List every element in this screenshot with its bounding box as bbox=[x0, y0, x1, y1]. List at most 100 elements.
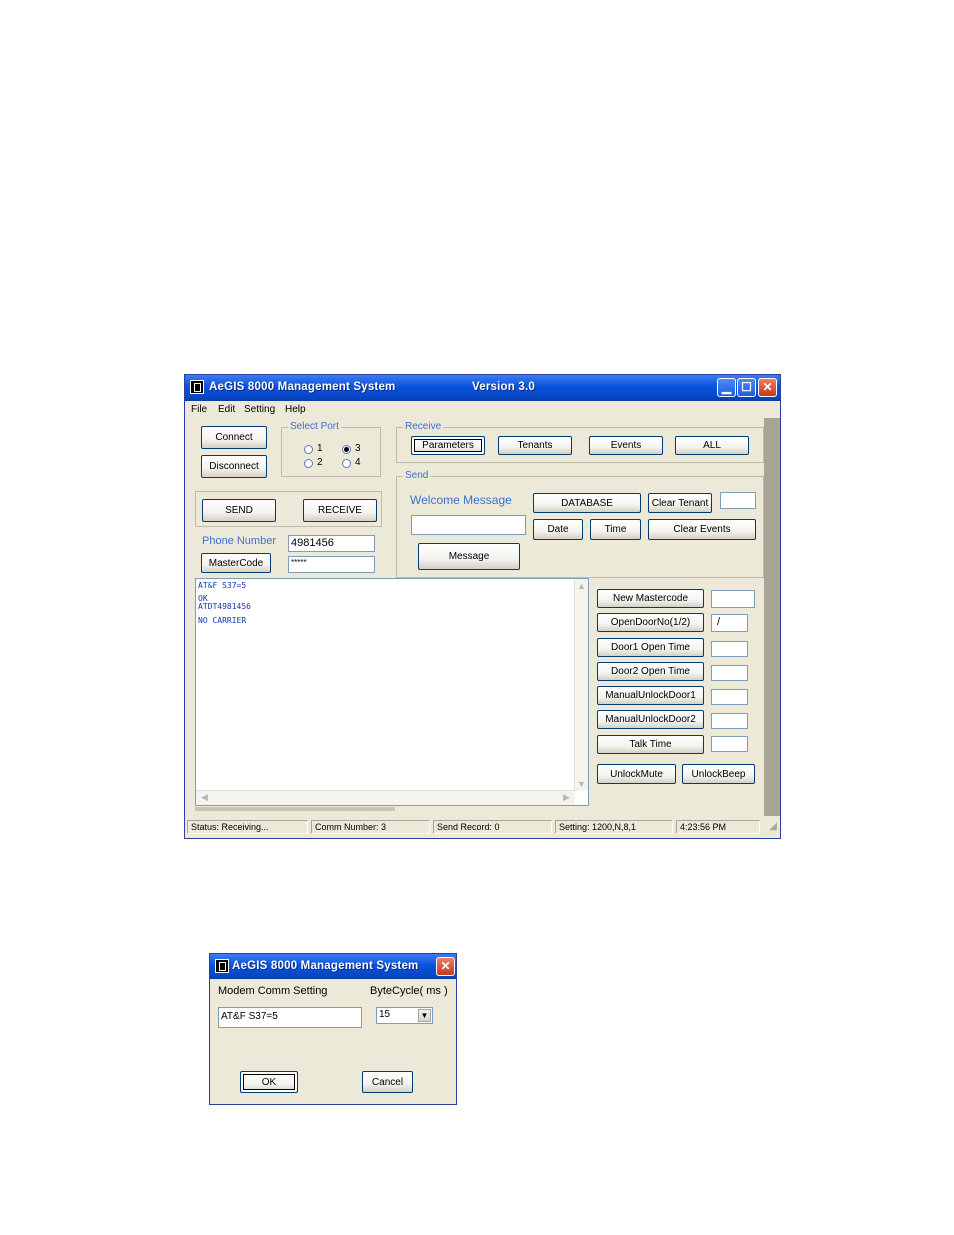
unlock-mute-button[interactable]: UnlockMute bbox=[597, 764, 676, 784]
talk-time-input[interactable] bbox=[711, 736, 748, 752]
bytecycle-label: ByteCycle( ms ) bbox=[370, 985, 448, 997]
send-receive-group: SEND RECEIVE bbox=[195, 491, 382, 527]
minimize-icon: ▁ bbox=[721, 380, 732, 394]
port-2-label: 2 bbox=[317, 457, 323, 468]
select-port-group: Select Port 1 3 2 4 bbox=[281, 421, 381, 477]
disconnect-button[interactable]: Disconnect bbox=[201, 455, 267, 478]
receive-button[interactable]: RECEIVE bbox=[303, 499, 377, 522]
send-group-label: Send bbox=[403, 470, 431, 481]
door2-open-time-button[interactable]: Door2 Open Time bbox=[597, 662, 704, 681]
message-button[interactable]: Message bbox=[418, 543, 520, 570]
dialog-title-bar[interactable]: AeGIS 8000 Management System ✕ bbox=[210, 954, 456, 979]
unlock-beep-button[interactable]: UnlockBeep bbox=[682, 764, 755, 784]
phone-number-input[interactable]: 4981456 bbox=[288, 535, 375, 552]
close-icon: ✕ bbox=[762, 380, 773, 394]
manual-unlock-door1-input[interactable] bbox=[711, 689, 748, 705]
close-button[interactable]: ✕ bbox=[758, 378, 777, 397]
port-3-label: 3 bbox=[355, 443, 361, 454]
clear-tenant-input[interactable] bbox=[720, 492, 756, 509]
open-door-no-button[interactable]: OpenDoorNo(1/2) bbox=[597, 613, 704, 632]
door1-open-time-button[interactable]: Door1 Open Time bbox=[597, 638, 704, 657]
app-icon bbox=[215, 959, 229, 973]
maximize-button[interactable]: ☐ bbox=[737, 378, 756, 397]
tenants-button[interactable]: Tenants bbox=[498, 436, 572, 455]
mastercode-input[interactable]: ***** bbox=[288, 556, 375, 573]
clock-text: 4:23:56 PM bbox=[676, 820, 760, 834]
manual-unlock-door2-input[interactable] bbox=[711, 713, 748, 729]
log-line: ATDT4981456 bbox=[198, 602, 251, 611]
scroll-down-icon[interactable]: ▼ bbox=[575, 779, 588, 789]
send-record-text: Send Record: 0 bbox=[433, 820, 552, 834]
clear-events-button[interactable]: Clear Events bbox=[648, 519, 756, 540]
resize-grip-icon[interactable]: ◢ bbox=[769, 821, 777, 832]
door1-open-time-input[interactable] bbox=[711, 641, 748, 657]
right-frame-strip bbox=[764, 418, 780, 816]
port-3-radio[interactable] bbox=[342, 445, 351, 454]
version-label: Version 3.0 bbox=[472, 381, 535, 393]
all-button[interactable]: ALL bbox=[675, 436, 749, 455]
welcome-message-label: Welcome Message bbox=[410, 493, 512, 507]
manual-unlock-door2-button[interactable]: ManualUnlockDoor2 bbox=[597, 710, 704, 729]
port-1-radio[interactable] bbox=[304, 445, 313, 454]
splitter-bar[interactable] bbox=[195, 807, 395, 811]
mastercode-button[interactable]: MasterCode bbox=[201, 553, 271, 573]
receive-group: Receive Parameters Tenants Events ALL bbox=[396, 421, 764, 463]
time-button[interactable]: Time bbox=[590, 519, 641, 540]
manual-unlock-door1-button[interactable]: ManualUnlockDoor1 bbox=[597, 686, 704, 705]
events-button[interactable]: Events bbox=[589, 436, 663, 455]
receive-group-label: Receive bbox=[403, 421, 444, 432]
minimize-button[interactable]: ▁ bbox=[717, 378, 736, 397]
main-title-bar[interactable]: AeGIS 8000 Management System Version 3.0… bbox=[185, 375, 780, 401]
scroll-left-icon[interactable]: ◀ bbox=[198, 792, 211, 803]
status-bar: Status: Receiving... Comm Number: 3 Send… bbox=[185, 818, 780, 836]
menu-edit[interactable]: Edit bbox=[218, 404, 235, 415]
door2-open-time-input[interactable] bbox=[711, 665, 748, 681]
status-text: Status: Receiving... bbox=[187, 820, 308, 834]
log-output[interactable]: AT&F S37=5 OK ATDT4981456 NO CARRIER ▲ ▼… bbox=[195, 578, 589, 806]
talk-time-button[interactable]: Talk Time bbox=[597, 735, 704, 754]
scroll-right-icon[interactable]: ▶ bbox=[560, 792, 573, 803]
modem-comm-setting-label: Modem Comm Setting bbox=[218, 985, 328, 997]
new-mastercode-input[interactable] bbox=[711, 590, 755, 608]
port-2-radio[interactable] bbox=[304, 459, 313, 468]
scroll-up-icon[interactable]: ▲ bbox=[575, 581, 588, 591]
select-port-label: Select Port bbox=[288, 421, 341, 432]
parameters-button[interactable]: Parameters bbox=[411, 436, 485, 455]
date-button[interactable]: Date bbox=[533, 519, 583, 540]
port-4-radio[interactable] bbox=[342, 459, 351, 468]
dialog-close-button[interactable]: ✕ bbox=[436, 957, 455, 976]
send-group: Send Welcome Message Message DATABASE Cl… bbox=[396, 470, 764, 578]
window-title: AeGIS 8000 Management System bbox=[209, 381, 396, 393]
dropdown-arrow-icon[interactable]: ▼ bbox=[418, 1009, 431, 1022]
new-mastercode-button[interactable]: New Mastercode bbox=[597, 589, 704, 608]
connect-button[interactable]: Connect bbox=[201, 426, 267, 449]
modem-comm-setting-input[interactable]: AT&F S37=5 bbox=[218, 1007, 362, 1028]
bytecycle-select[interactable]: 15 ▼ bbox=[376, 1007, 433, 1024]
main-window: AeGIS 8000 Management System Version 3.0… bbox=[184, 374, 781, 839]
clear-tenant-button[interactable]: Clear Tenant bbox=[648, 493, 712, 513]
port-1-label: 1 bbox=[317, 443, 323, 454]
setting-text: Setting: 1200,N,8,1 bbox=[555, 820, 673, 834]
ok-button[interactable]: OK bbox=[240, 1071, 298, 1093]
dialog-title: AeGIS 8000 Management System bbox=[232, 960, 419, 972]
dialog-window: AeGIS 8000 Management System ✕ Modem Com… bbox=[209, 953, 457, 1105]
maximize-icon: ☐ bbox=[741, 380, 752, 394]
app-icon bbox=[190, 380, 204, 394]
log-vertical-scrollbar[interactable]: ▲ ▼ bbox=[574, 579, 588, 791]
phone-number-label: Phone Number bbox=[202, 535, 276, 547]
cancel-button[interactable]: Cancel bbox=[362, 1071, 413, 1093]
menu-help[interactable]: Help bbox=[285, 404, 306, 415]
log-horizontal-scrollbar[interactable]: ◀ ▶ bbox=[196, 790, 575, 805]
menu-bar: File Edit Setting Help bbox=[185, 401, 780, 418]
close-icon: ✕ bbox=[440, 959, 451, 973]
menu-file[interactable]: File bbox=[191, 404, 207, 415]
log-line: NO CARRIER bbox=[198, 616, 247, 625]
open-door-no-input[interactable]: / bbox=[711, 614, 748, 632]
database-button[interactable]: DATABASE bbox=[533, 493, 641, 513]
port-4-label: 4 bbox=[355, 457, 361, 468]
send-button[interactable]: SEND bbox=[202, 499, 276, 522]
bytecycle-value: 15 bbox=[379, 1009, 391, 1020]
welcome-message-input[interactable] bbox=[411, 515, 526, 535]
menu-setting[interactable]: Setting bbox=[244, 404, 275, 415]
comm-number-text: Comm Number: 3 bbox=[311, 820, 430, 834]
